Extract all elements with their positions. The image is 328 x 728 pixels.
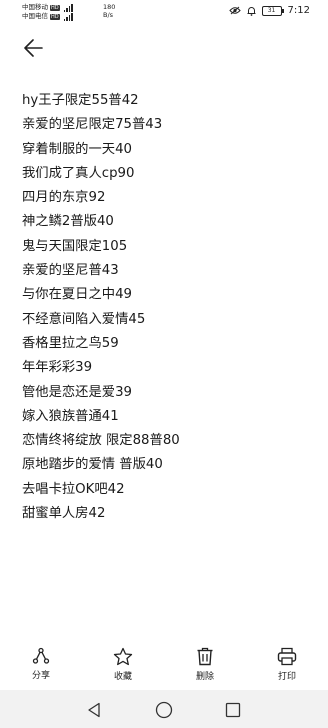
list-item: hy王子限定55普42	[22, 93, 139, 108]
list-item: 穿着制服的一天40	[22, 141, 132, 157]
arrow-left-icon	[24, 39, 43, 57]
list-item: 与你在夏日之中49	[22, 287, 132, 303]
favorite-label: 收藏	[113, 672, 132, 682]
share-icon	[32, 647, 50, 664]
battery-icon: 31	[261, 5, 284, 16]
note-content: hy王子限定55普42 亲爱的坚尼限定75普43 穿着制服的一天40 我们成了真人cp…	[22, 89, 180, 526]
share-button[interactable]: 分享	[11, 640, 71, 690]
back-button[interactable]	[18, 35, 48, 61]
nav-home-button[interactable]	[154, 700, 174, 720]
list-item: 嫁入狼族普通41	[22, 408, 119, 424]
status-bar: 中国移动 HD 中国电信 HD 180 B/s 31 7:12	[0, 0, 328, 24]
eye-icon	[228, 6, 241, 15]
list-item: 甜蜜单人房42	[22, 506, 106, 522]
list-item: 管他是恋还是爱39	[22, 384, 132, 400]
signal-icon-2	[63, 12, 73, 21]
list-item: 原地踏步的爱情 普版40	[22, 457, 163, 473]
list-item: 去唱卡拉OK吧42	[22, 481, 125, 497]
carrier-info: 中国移动 HD 中国电信 HD	[22, 3, 73, 21]
carrier-1: 中国移动	[22, 3, 48, 11]
square-recents-icon	[225, 702, 241, 718]
network-speed: 180 B/s	[103, 3, 115, 19]
list-item: 鬼与天国限定105	[22, 238, 128, 254]
system-nav-bar	[0, 690, 328, 728]
hd-badge-1: HD	[50, 4, 60, 11]
nav-back-button[interactable]	[84, 700, 104, 720]
list-item: 四月的东京92	[22, 190, 106, 206]
bottom-toolbar: 分享 收藏 删除 打印	[0, 640, 328, 690]
star-icon	[113, 647, 133, 666]
list-item: 年年彩彩39	[22, 360, 93, 376]
net-speed-value: 180	[103, 3, 116, 11]
list-item: 不经意间陷入爱情45	[22, 311, 146, 327]
status-right: 31 7:12	[228, 5, 310, 16]
print-label: 打印	[277, 672, 296, 682]
nav-recents-button[interactable]	[223, 700, 243, 720]
printer-icon	[277, 647, 297, 666]
carrier-2: 中国电信	[22, 12, 48, 20]
signal-icon-1	[63, 3, 73, 12]
hd-badge-2: HD	[50, 13, 60, 20]
bell-icon	[247, 6, 256, 16]
delete-label: 删除	[195, 672, 214, 682]
list-item: 神之鳞2普版40	[22, 214, 114, 230]
list-item: 亲爱的坚尼普43	[22, 263, 119, 279]
delete-button[interactable]: 删除	[175, 640, 235, 690]
print-button[interactable]: 打印	[257, 640, 317, 690]
share-label: 分享	[31, 671, 50, 681]
list-item: 我们成了真人cp90	[22, 165, 135, 181]
favorite-button[interactable]: 收藏	[93, 640, 153, 690]
circle-home-icon	[155, 701, 173, 719]
clock: 7:12	[287, 5, 310, 16]
list-item: 亲爱的坚尼限定75普43	[22, 117, 163, 133]
list-item: 恋情终将绽放 限定88普80	[22, 433, 180, 449]
triangle-back-icon	[88, 702, 100, 718]
list-item: 香格里拉之鸟59	[22, 335, 119, 351]
net-speed-unit: B/s	[103, 11, 114, 19]
trash-icon	[197, 647, 213, 666]
